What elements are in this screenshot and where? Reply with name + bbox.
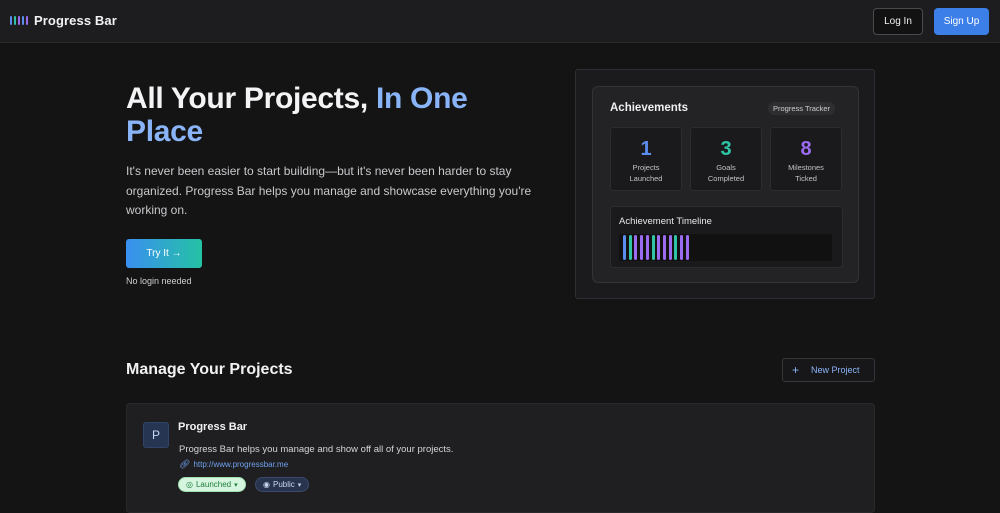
project-avatar: P bbox=[143, 422, 169, 448]
progress-bar-logo-icon bbox=[10, 16, 28, 25]
timeline-bar bbox=[623, 235, 626, 260]
chevron-down-icon: ▾ bbox=[234, 481, 238, 489]
hero-title-main: All Your Projects, bbox=[126, 82, 368, 115]
eye-icon: ◉ bbox=[263, 480, 270, 489]
progress-tracker-badge: Progress Tracker bbox=[768, 102, 836, 115]
achievements-title: Achievements bbox=[610, 102, 688, 114]
timeline-bar bbox=[662, 235, 666, 260]
brand-name: Progress Bar bbox=[34, 13, 117, 28]
stat-label-line: Launched bbox=[629, 173, 663, 183]
hero-subtitle: It's never been easier to start building… bbox=[126, 164, 532, 217]
project-name[interactable]: Progress Bar bbox=[178, 421, 247, 433]
log-in-button[interactable]: Log In bbox=[873, 8, 923, 35]
stat-label: Projects Launched bbox=[611, 163, 681, 184]
stat-value: 3 bbox=[720, 138, 732, 160]
timeline-bar bbox=[628, 235, 632, 260]
achievements-card: Achievements Progress Tracker 1 Projects… bbox=[592, 86, 859, 283]
timeline-bar bbox=[685, 235, 689, 260]
project-card[interactable]: P Progress Bar Progress Bar helps you ma… bbox=[126, 403, 875, 513]
timeline-bar bbox=[640, 235, 644, 260]
visibility-dropdown[interactable]: ◉ Public ▾ bbox=[255, 477, 310, 492]
stat-value: 1 bbox=[640, 138, 652, 160]
sign-up-button[interactable]: Sign Up bbox=[934, 8, 989, 35]
link-icon: 🔗︎ bbox=[179, 459, 191, 469]
timeline-bar bbox=[651, 235, 655, 260]
new-project-button[interactable]: + New Project bbox=[782, 358, 875, 382]
project-link[interactable]: 🔗︎ http://www.progressbar.me bbox=[179, 459, 288, 470]
stat-goals-completed: 3 Goals Completed bbox=[690, 127, 762, 191]
visibility-value: Public bbox=[272, 480, 295, 489]
stat-label-line: Completed bbox=[707, 173, 745, 183]
project-url[interactable]: http://www.progressbar.me bbox=[193, 460, 288, 469]
stat-label-line: Projects bbox=[632, 163, 660, 172]
no-login-note: No login needed bbox=[126, 276, 192, 286]
chevron-down-icon: ▾ bbox=[297, 481, 302, 489]
stat-milestones-ticked: 8 Milestones Ticked bbox=[770, 127, 842, 191]
timeline-bar bbox=[645, 235, 649, 260]
plus-icon: + bbox=[792, 363, 800, 377]
timeline-bar bbox=[657, 235, 661, 260]
manage-projects-title: Manage Your Projects bbox=[126, 361, 293, 378]
stat-projects-launched: 1 Projects Launched bbox=[610, 127, 682, 191]
stat-label: Milestones Ticked bbox=[771, 163, 841, 184]
timeline-bar bbox=[674, 235, 678, 260]
brand[interactable]: Progress Bar bbox=[10, 13, 117, 28]
timeline-bar bbox=[668, 235, 672, 260]
achievement-timeline: Achievement Timeline bbox=[610, 206, 843, 268]
status-value: Launched bbox=[195, 480, 232, 489]
status-dropdown[interactable]: ◎ Launched ▾ bbox=[178, 477, 246, 492]
stat-value: 8 bbox=[800, 138, 812, 160]
achievements-preview: Achievements Progress Tracker 1 Projects… bbox=[575, 69, 875, 299]
check-circle-icon: ◎ bbox=[186, 480, 193, 489]
try-it-button[interactable]: Try It → bbox=[126, 239, 202, 268]
timeline-title: Achievement Timeline bbox=[619, 216, 712, 227]
stat-label: Goals Completed bbox=[691, 163, 761, 184]
stat-label-line: Milestones bbox=[788, 163, 824, 172]
project-description: Progress Bar helps you manage and show o… bbox=[179, 444, 454, 455]
top-navigation-bar: Progress Bar Log In Sign Up bbox=[0, 0, 1000, 43]
stat-label-line: Goals bbox=[716, 163, 736, 172]
timeline-bar bbox=[634, 235, 638, 260]
timeline-bar bbox=[680, 235, 683, 260]
hero-title: All Your Projects, In One Place bbox=[126, 82, 546, 148]
timeline-track bbox=[619, 234, 832, 261]
new-project-label: New Project bbox=[811, 365, 860, 375]
stat-label-line: Ticked bbox=[795, 173, 817, 183]
